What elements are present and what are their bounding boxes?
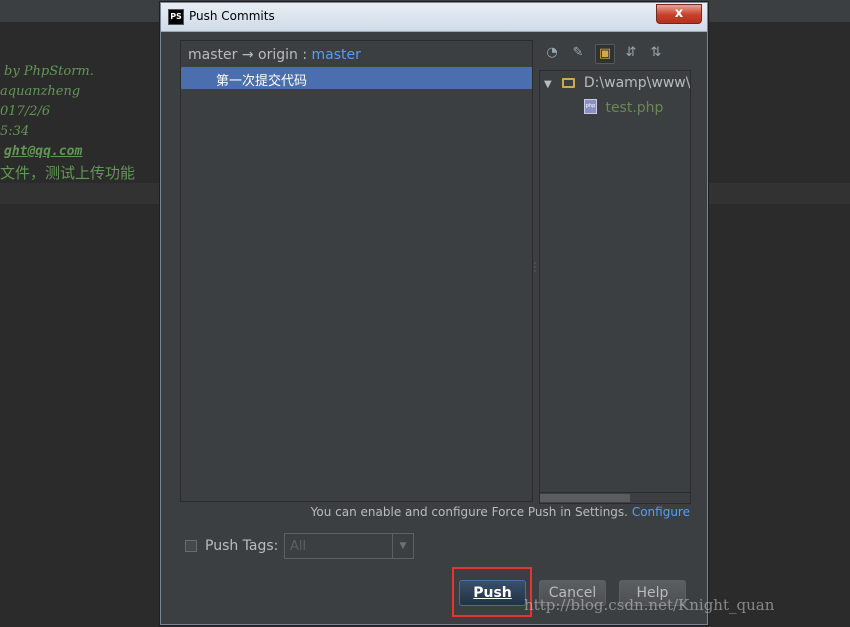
- push-commits-dialog: PS Push Commits x master → origin : mast…: [160, 2, 708, 625]
- phpstorm-app-icon: PS: [168, 9, 184, 25]
- dialog-title-bar[interactable]: PS Push Commits x: [161, 3, 707, 32]
- root-path: D:\wamp\www\t: [583, 75, 691, 91]
- force-push-text: You can enable and configure Force Push …: [310, 505, 628, 519]
- changed-files-panel[interactable]: ▼ D:\wamp\www\t php test.php: [539, 70, 691, 504]
- local-branch: master: [188, 47, 238, 63]
- php-file-icon: php: [584, 99, 597, 114]
- arrow-right-icon: →: [241, 47, 254, 63]
- code-line: 文件，测试上传功能: [0, 164, 136, 182]
- files-toolbar: ◔ ✎ ▣ ⇵ ⇅: [541, 42, 691, 66]
- code-line-email: ght@qq.com: [4, 144, 83, 159]
- group-by-directory-icon[interactable]: ▣: [595, 44, 615, 64]
- file-name: test.php: [605, 100, 664, 116]
- code-line: 017/2/6: [0, 104, 51, 119]
- close-icon: x: [674, 6, 684, 21]
- tags-select-value: All: [290, 539, 307, 554]
- branch-separator: :: [302, 47, 308, 63]
- code-line: aquanzheng: [0, 84, 81, 99]
- edit-source-icon[interactable]: ✎: [569, 44, 587, 62]
- push-tags-row: Push Tags: All ▼: [185, 533, 485, 561]
- push-button[interactable]: Push: [459, 580, 526, 606]
- dialog-title: Push Commits: [189, 9, 275, 23]
- code-line: by PhpStorm.: [4, 64, 94, 79]
- chevron-down-icon: ▼: [392, 534, 413, 558]
- horizontal-scrollbar[interactable]: [540, 492, 690, 503]
- diff-icon[interactable]: ◔: [543, 44, 561, 62]
- force-push-note: You can enable and configure Force Push …: [311, 505, 690, 519]
- commits-panel[interactable]: master → origin : master 第一次提交代码: [180, 40, 533, 502]
- tree-root-folder[interactable]: ▼ D:\wamp\www\t: [544, 75, 691, 91]
- commit-message: 第一次提交代码: [216, 74, 308, 89]
- expand-arrow-icon[interactable]: ▼: [544, 79, 558, 90]
- folder-icon: [562, 78, 576, 88]
- close-button[interactable]: x: [656, 4, 702, 24]
- tree-file-item[interactable]: php test.php: [584, 99, 663, 116]
- tags-select[interactable]: All ▼: [284, 533, 414, 559]
- branch-line[interactable]: master → origin : master: [188, 47, 361, 63]
- splitter-handle[interactable]: · · ·: [533, 260, 537, 278]
- configure-link[interactable]: Configure: [632, 505, 690, 519]
- code-line: 5:34: [0, 124, 30, 139]
- expand-all-icon[interactable]: ⇵: [622, 44, 640, 62]
- remote-branch-link[interactable]: master: [312, 47, 361, 63]
- collapse-all-icon[interactable]: ⇅: [647, 44, 665, 62]
- dialog-body: master → origin : master 第一次提交代码 · · · ◔ ✎…: [161, 32, 707, 624]
- push-tags-label[interactable]: Push Tags:: [205, 538, 278, 554]
- watermark: http://blog.csdn.net/Knight_quan: [524, 596, 775, 614]
- remote-name: origin: [258, 47, 298, 63]
- push-tags-checkbox[interactable]: [185, 540, 197, 552]
- commit-row[interactable]: 第一次提交代码: [181, 67, 532, 89]
- scrollbar-thumb[interactable]: [540, 494, 630, 502]
